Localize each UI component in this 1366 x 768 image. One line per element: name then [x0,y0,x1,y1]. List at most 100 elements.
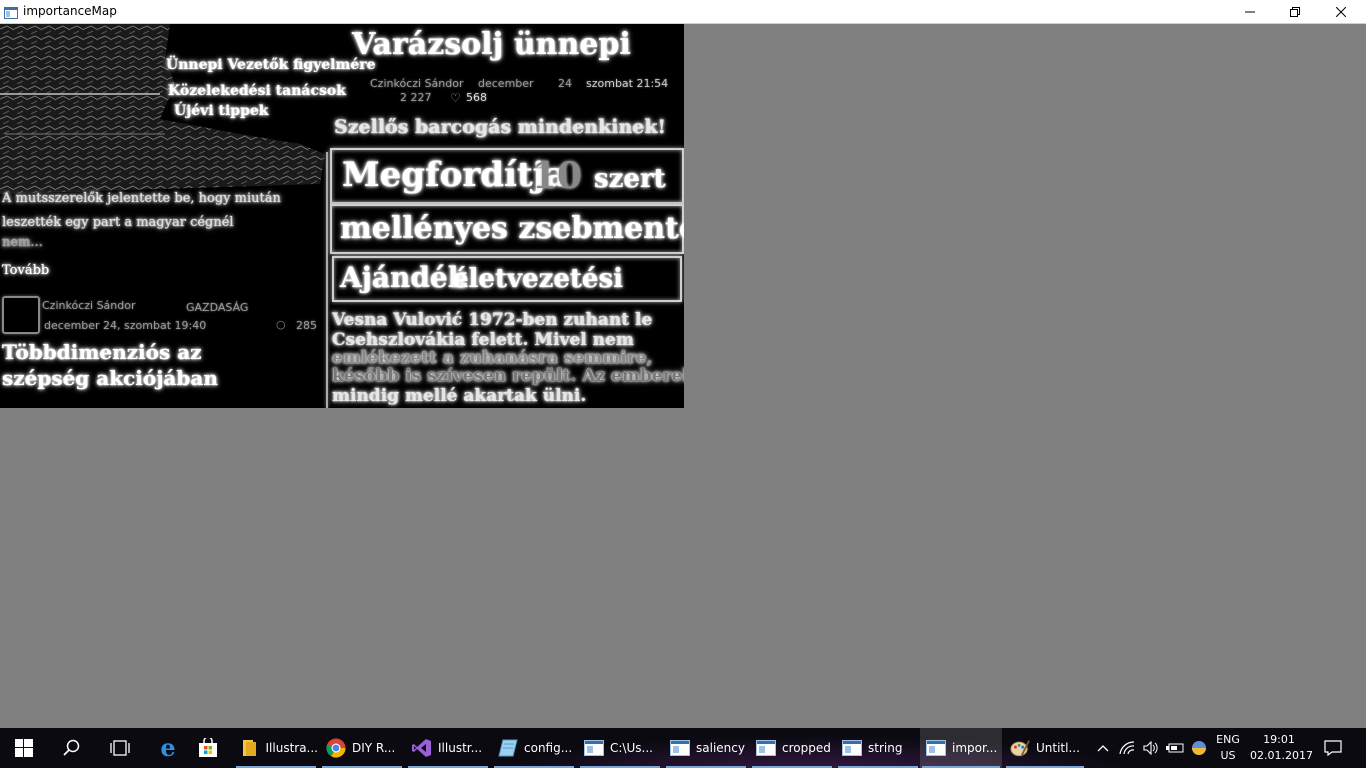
taskbar-app-label: Illustra... [265,741,319,755]
window-title: importanceMap [23,4,117,18]
author-meta-1: Czinkóczi Sándor [370,77,464,90]
paragraph-line-3: nem... [2,235,43,250]
app-window-icon [756,738,776,758]
taskbar-app-label: C:\Us... [610,741,653,755]
view-count: 2 227 [400,91,432,104]
region-code: US [1220,749,1236,762]
author-meta-2: Czinkóczi Sándor [42,299,136,312]
story-line-2: Csehszlovákia felett. Mivel nem [332,330,634,350]
taskbar-app-saliency[interactable]: saliency [664,728,748,768]
comment-count: 285 [296,319,317,332]
box1-text-b: 10 [532,155,583,197]
app-window-icon [842,738,862,758]
language-code: ENG [1216,733,1240,746]
story-line-4: később is szívesen repült. Az emberek [332,366,684,386]
input-language-button[interactable]: ENG US [1213,732,1243,764]
column-divider [326,152,328,408]
taskbar-app-string[interactable]: string [836,728,920,768]
start-button[interactable] [0,728,48,768]
taskbar-app-label: Untitl... [1036,741,1080,755]
restore-icon [1290,6,1300,17]
speaker-icon [1143,741,1158,755]
battery-icon [1166,743,1184,753]
box3-text-a: Ajándék [340,261,468,294]
taskbar-app-label: impor... [952,741,998,755]
subheadline: Szellős barcogás mindenkinek! [334,116,666,138]
chrome-icon [326,738,346,758]
story-line-1: Vesna Vulović 1972-ben zuhant le [332,310,653,330]
taskbar: e Illustra... DIY R... Illustr... config… [0,728,1366,768]
task-view-icon [110,740,130,756]
app-window-icon [926,738,946,758]
file-explorer-icon [240,738,260,758]
date-meta-2: december 24, szombat 19:40 [44,319,207,332]
importance-map-image: Varázsolj ünnepi Ünnepi Vezetők figyelmé… [0,24,684,408]
store-icon [199,738,217,757]
day-meta-1: szombat 21:54 [586,77,669,90]
battery-button[interactable] [1164,728,1186,768]
taskbar-app-illustra[interactable]: Illustra... [234,728,318,768]
restore-button[interactable] [1272,0,1318,23]
box2-text: mellényes zsebmentő [340,211,684,246]
box1-text-c: szert [594,164,666,194]
visual-studio-icon [412,738,432,758]
comment-icon: ○ [276,318,286,331]
close-icon [1336,6,1346,17]
paragraph-line-2: leszették egy part a magyar cégnél [2,215,234,230]
taskbar-app-config[interactable]: config... [492,728,576,768]
like-count: 568 [466,91,487,104]
taskbar-app-label: string [868,741,903,755]
network-button[interactable] [1116,728,1138,768]
app-window-icon [584,738,604,758]
minimize-button[interactable] [1227,0,1273,23]
task-view-button[interactable] [96,728,144,768]
minimize-icon [1245,11,1255,12]
date-meta-1: december [478,77,534,90]
taskbar-app-label: DIY R... [352,741,396,755]
box3-text-b: életvezetési [452,264,623,294]
big-line-1: Többdimenziós az [2,340,202,364]
taskbar-app-diy[interactable]: DIY R... [320,728,404,768]
bubble-line-3: Újévi tippek [174,103,269,119]
bubble-line-2: Közelekedési tanácsok [168,83,346,99]
clock-time: 19:01 [1263,733,1295,746]
tray-app-icon [1192,741,1206,755]
bubble-line-1: Ünnepi Vezetők figyelmére [166,57,376,73]
daynum-meta-1: 24 [558,77,572,90]
more-link: Tovább [2,263,50,278]
edge-icon: e [160,733,176,762]
clock-date: 02.01.2017 [1250,749,1313,762]
taskbar-app-label: cropped [782,741,831,755]
windows-logo-icon [15,739,33,757]
category-meta-2: GAZDASÁG [186,301,249,314]
paint-icon [1010,738,1030,758]
show-hidden-icons-button[interactable] [1092,728,1114,768]
taskbar-app-cmd-path[interactable]: C:\Us... [578,728,662,768]
window-title-bar[interactable]: importanceMap [0,0,1366,24]
taskbar-app-illustr-vs[interactable]: Illustr... [406,728,490,768]
volume-button[interactable] [1140,728,1162,768]
notepad-icon [498,738,518,758]
headline-top: Varázsolj ünnepi [352,27,631,62]
taskbar-app-importancemap[interactable]: impor... [920,728,1002,768]
photo-edge-texture [0,24,325,194]
app-window-icon [670,738,690,758]
app-window-icon [4,4,18,19]
store-button[interactable] [184,728,232,768]
story-line-3: emlékezett a zuhanásra semmire, [332,348,653,368]
avatar [2,296,40,334]
heart-icon: ♡ [450,91,461,105]
taskbar-app-label: config... [524,741,573,755]
wifi-icon [1119,741,1135,755]
search-icon [63,739,80,756]
clock-button[interactable]: 19:01 02.01.2017 [1250,732,1313,764]
search-button[interactable] [48,728,96,768]
action-center-button[interactable] [1318,728,1348,768]
notification-icon [1324,740,1342,756]
story-line-5: mindig mellé akartak ülni. [332,386,587,406]
close-button[interactable] [1318,0,1364,23]
taskbar-app-label: saliency [696,741,745,755]
tray-app-button[interactable] [1188,728,1210,768]
taskbar-app-cropped[interactable]: cropped [750,728,834,768]
taskbar-app-paint[interactable]: Untitl... [1004,728,1086,768]
